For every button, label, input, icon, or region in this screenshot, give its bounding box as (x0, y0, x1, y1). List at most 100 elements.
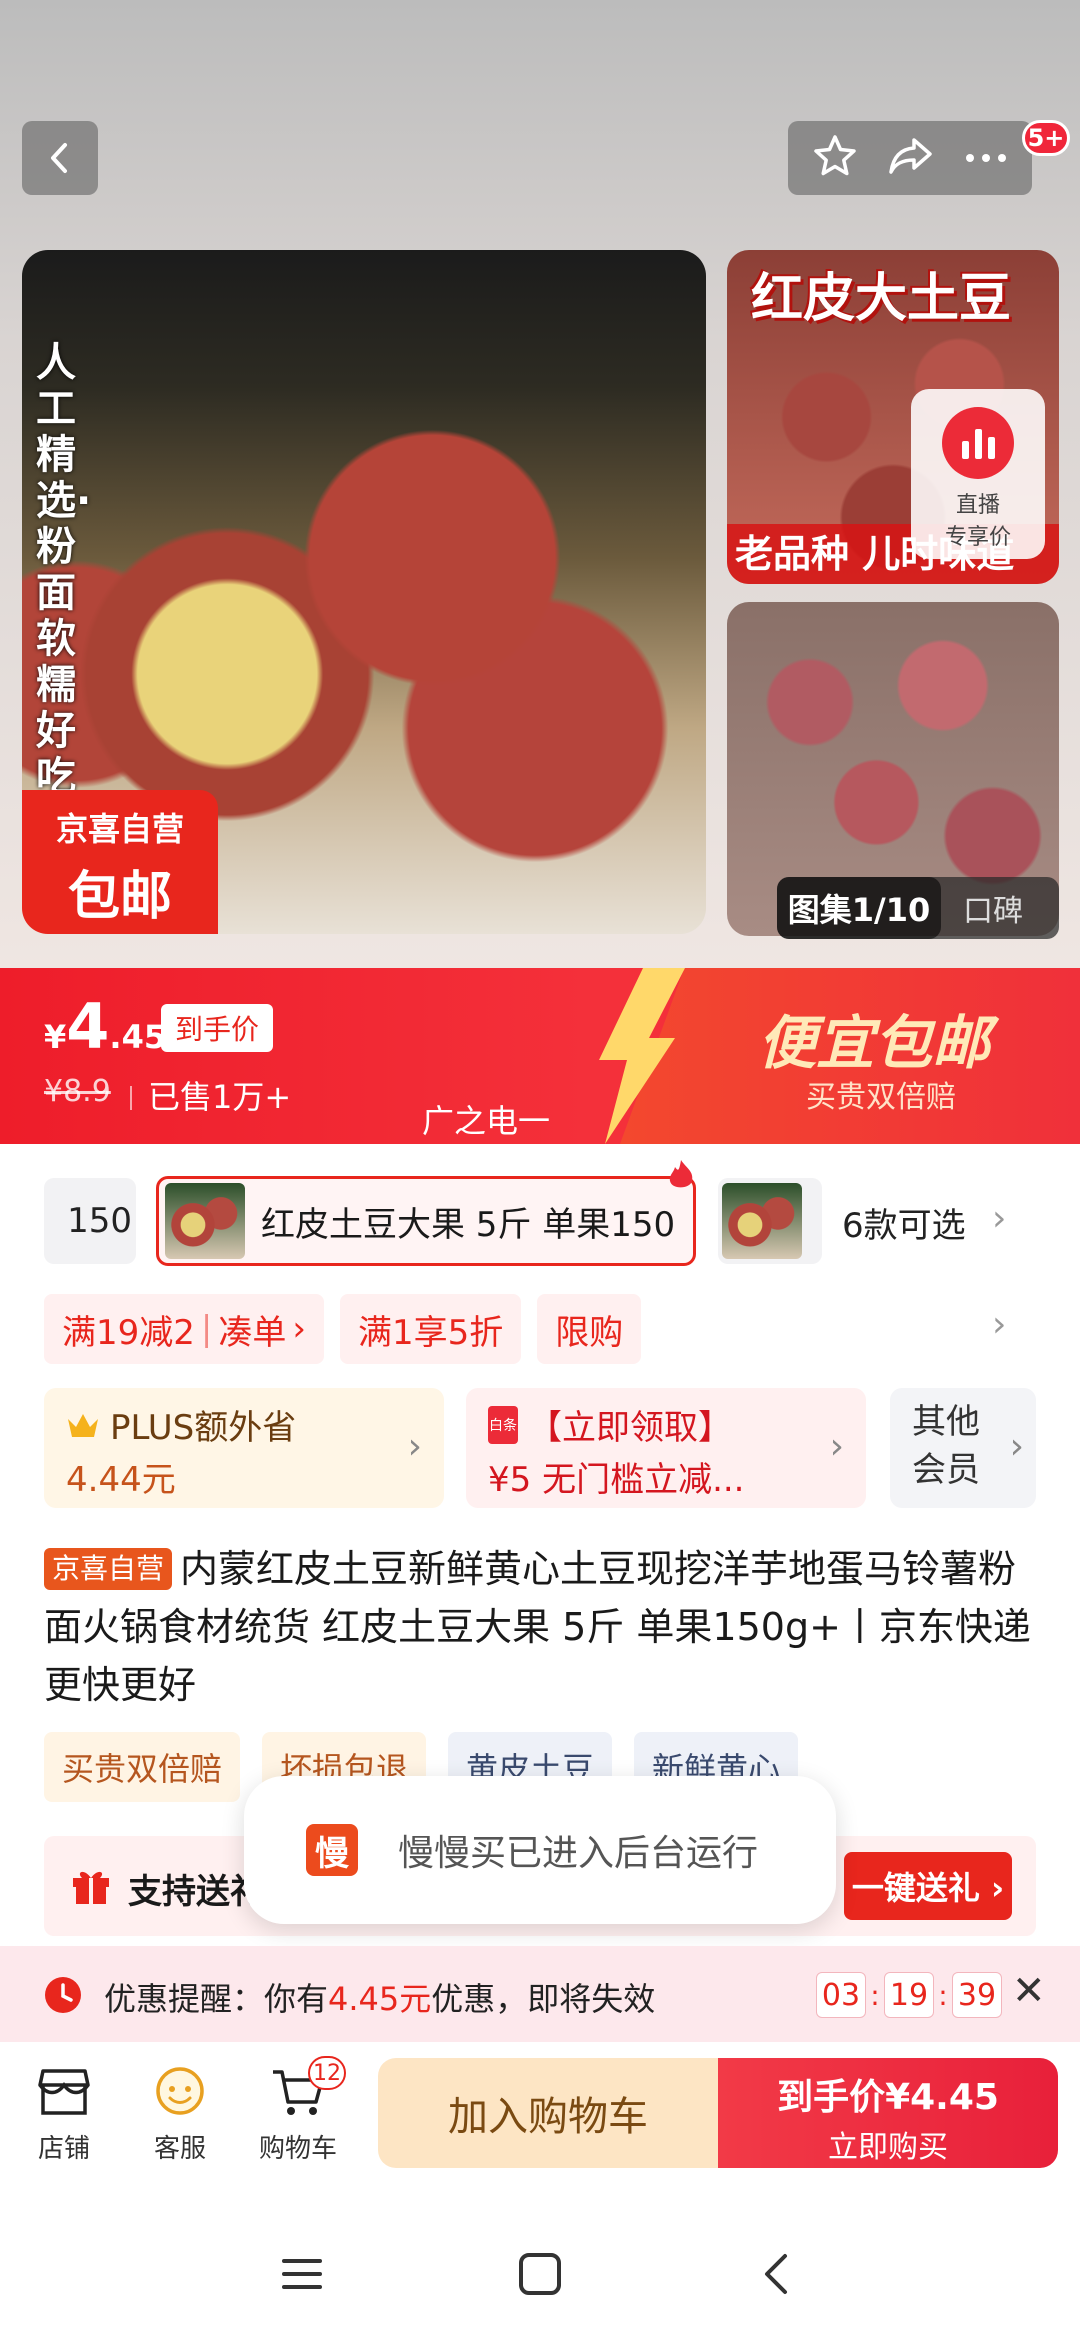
product-gallery: 5+ 人工精选·粉面软糯好吃 京喜自营 包邮 红皮大土豆 老品种 儿时味道 直播… (0, 0, 1080, 968)
back-arrow-icon (51, 143, 67, 173)
variant-thumbnail (165, 1183, 245, 1259)
bottom-action-bar: 店铺 客服 12 购物车 加入购物车 到手价¥4.45 立即购买 (0, 2042, 1080, 2182)
plus-label: PLUS额外省 (110, 1408, 297, 1448)
side-image-title: 红皮大土豆 (751, 269, 1012, 329)
favorite-star-icon[interactable] (812, 133, 858, 183)
other-line2: 会员 (912, 1450, 980, 1490)
promo-chip-limit[interactable]: 限购 (537, 1294, 642, 1364)
close-icon[interactable]: ✕ (1012, 1968, 1046, 2014)
buy-action-label: 立即购买 (828, 2130, 948, 2165)
promotion-chips: 满19减2 | 凑单 › 满1享5折 限购 (44, 1294, 642, 1364)
variant-option-selected[interactable]: 红皮土豆大果 5斤 单果150 (156, 1176, 696, 1266)
variant-thumbnail (722, 1183, 802, 1259)
live-stream-button[interactable]: 直播 专享价 (911, 389, 1045, 559)
gallery-switch: 图集1/10 口碑 (777, 877, 1059, 939)
sold-count: 已售1万+ (130, 1072, 291, 1118)
back-nav-icon[interactable] (746, 2244, 806, 2304)
store-icon (38, 2069, 90, 2115)
gallery-tab[interactable]: 图集1/10 (777, 877, 941, 939)
clock-icon (45, 1977, 81, 2013)
final-price-tag: 到手价 (161, 1004, 273, 1052)
toast-message: 慢慢买已进入后台运行 (398, 1833, 759, 1874)
self-run-badge: 京喜自营 (44, 1548, 173, 1590)
coupon-card[interactable]: 白条 【立即领取】 ¥5 无门槛立减... › (466, 1388, 866, 1508)
cart-label: 购物车 (258, 2134, 337, 2164)
variant-count[interactable]: 6款可选 (842, 1198, 966, 1247)
price-banner: ¥ 4 .45 到手价 ¥8.9 已售1万+ 便宜包邮 买贵双倍赔 广之电一 (0, 968, 1080, 1144)
promo-action: 凑单 (218, 1312, 287, 1353)
coupon-title: 白条 【立即领取】 (488, 1400, 732, 1449)
plus-title: PLUS额外省 (66, 1400, 296, 1449)
customer-service-icon (156, 2067, 204, 2115)
chevron-right-icon: › (292, 1309, 306, 1349)
live-label: 直播 (955, 493, 1000, 518)
coupon-amount: ¥5 无门槛立减... (488, 1460, 745, 1500)
original-price: ¥8.9 (44, 1074, 111, 1109)
chevron-right-icon[interactable]: › (992, 1198, 1006, 1239)
lightning-icon (599, 968, 685, 1144)
reminder-text: 优惠提醒：你有4.45元优惠，即将失效 (104, 1974, 655, 2020)
system-navigation-bar (0, 2200, 1080, 2340)
cart-button[interactable]: 12 购物车 (248, 2056, 348, 2165)
crown-icon (68, 1413, 98, 1437)
jingxi-self-run-tag: 京喜自营 包邮 (22, 790, 218, 934)
more-icon[interactable] (964, 149, 1008, 168)
cart-count-badge: 12 (308, 2056, 346, 2090)
price-currency: ¥ (44, 1018, 67, 1056)
timer-minutes: 19 (884, 1972, 934, 2018)
timer-seconds: 39 (952, 1972, 1002, 2018)
timer-hours: 03 (816, 1972, 866, 2018)
promo-main: 满19减2 (62, 1312, 195, 1353)
price-integer: 4 (66, 990, 110, 1063)
reminder-amount: 4.45元 (328, 1980, 432, 2018)
countdown-timer: 03 : 19 : 39 (816, 1972, 1002, 2018)
main-product-image[interactable]: 人工精选·粉面软糯好吃 京喜自营 包邮 (22, 250, 706, 934)
variant-option-next[interactable] (718, 1178, 822, 1264)
feature-tag[interactable]: 买贵双倍赔 (44, 1732, 241, 1802)
promo-subtitle: 买贵双倍赔 (806, 1080, 956, 1115)
background-toast: 慢 慢慢买已进入后台运行 (244, 1776, 836, 1924)
plus-amount: 4.44元 (66, 1460, 176, 1500)
discount-reminder: 优惠提醒：你有4.45元优惠，即将失效 03 : 19 : 39 ✕ (0, 1946, 1080, 2042)
promo-title: 便宜包邮 (758, 1009, 991, 1077)
menu-icon[interactable] (272, 2244, 332, 2304)
send-gift-button[interactable]: 一键送礼 › (844, 1852, 1012, 1920)
add-to-cart-button[interactable]: 加入购物车 (378, 2058, 718, 2168)
gift-icon (73, 1871, 109, 1904)
promo-chip-full-reduction[interactable]: 满19减2 | 凑单 › (44, 1294, 324, 1364)
home-icon[interactable] (510, 2244, 570, 2304)
buy-price-label: 到手价¥4.45 (777, 2077, 999, 2118)
price-decimal: .45 (109, 1018, 167, 1056)
live-sublabel: 专享价 (944, 525, 1011, 550)
coupon-label: 【立即领取】 (528, 1408, 732, 1448)
divider: | (200, 1309, 213, 1349)
chevron-right-icon[interactable]: › (992, 1304, 1006, 1345)
store-button[interactable]: 店铺 (14, 2062, 114, 2165)
final-price: ¥ 4 .45 (44, 990, 166, 1063)
top-actions (788, 121, 1032, 195)
manmanmai-app-icon: 慢 (306, 1824, 358, 1876)
product-title-text: 内蒙红皮土豆新鲜黄心土豆现挖洋芋地蛋马铃薯粉面火锅食材统货 红皮土豆大果 5斤 … (44, 1547, 1031, 1707)
variant-label: 红皮土豆大果 5斤 单果150 (261, 1204, 676, 1245)
promo-chip-discount[interactable]: 满1享5折 (339, 1294, 522, 1364)
reviews-tab[interactable]: 口碑 (963, 886, 1023, 930)
share-icon[interactable] (886, 134, 936, 182)
other-member-card[interactable]: 其他 会员 › (890, 1388, 1036, 1508)
chevron-right-icon: › (829, 1426, 844, 1467)
back-button[interactable] (22, 121, 98, 195)
variant-option-prev[interactable]: 150 (44, 1178, 136, 1264)
customer-service-button[interactable]: 客服 (130, 2062, 230, 2165)
live-bars-icon (942, 407, 1014, 479)
variant-selector: 150 红皮土豆大果 5斤 单果150 6款可选 › (0, 1160, 1080, 1278)
hot-flame-icon (669, 1160, 693, 1188)
reminder-suffix: 优惠，即将失效 (431, 1980, 656, 2018)
service-label: 客服 (153, 2134, 206, 2164)
image-slogan: 人工精选·粉面软糯好吃 (36, 340, 92, 800)
plus-savings-card[interactable]: PLUS额外省 4.44元 › (44, 1388, 444, 1508)
tag-line1: 京喜自营 (55, 810, 184, 848)
chevron-right-icon: › (407, 1426, 422, 1467)
reminder-prefix: 优惠提醒：你有 (104, 1980, 329, 2018)
baitiao-card-icon: 白条 (488, 1405, 518, 1444)
buy-now-button[interactable]: 到手价¥4.45 立即购买 (718, 2058, 1058, 2168)
store-label: 店铺 (37, 2134, 90, 2164)
